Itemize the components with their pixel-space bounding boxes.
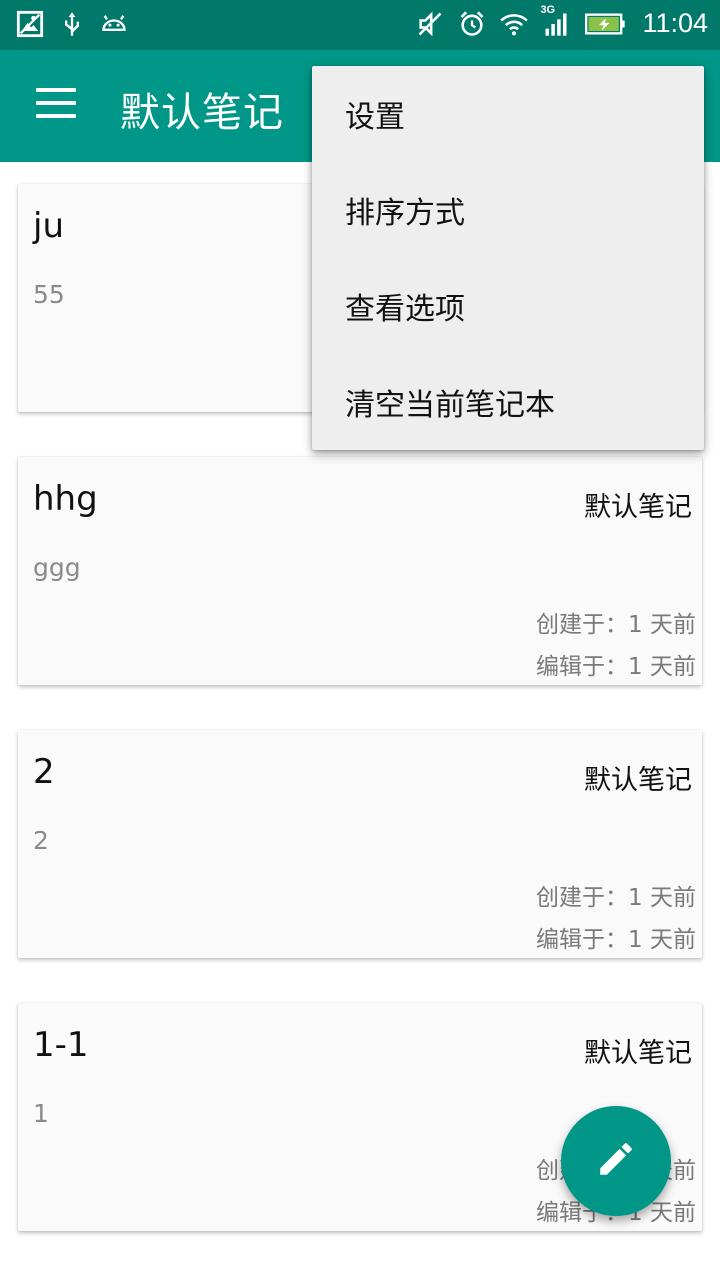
clock: 11:04 bbox=[642, 8, 708, 38]
image-icon bbox=[16, 10, 44, 38]
usb-icon bbox=[58, 10, 86, 38]
note-edited-time: 编辑于：1 天前 bbox=[536, 654, 696, 680]
status-bar-notifications bbox=[16, 10, 128, 38]
android-icon bbox=[100, 10, 128, 38]
hamburger-menu-icon[interactable] bbox=[36, 88, 76, 122]
note-edited-time: 编辑于：1 天前 bbox=[536, 927, 696, 953]
note-card[interactable]: hhg 默认笔记 ggg 创建于：1 天前 编辑于：1 天前 bbox=[18, 457, 702, 685]
new-note-button[interactable] bbox=[561, 1106, 671, 1216]
network-type-label: 3G bbox=[540, 3, 556, 16]
mute-icon bbox=[416, 10, 444, 38]
status-bar: 3G 11:04 bbox=[0, 0, 720, 50]
note-content: 55 bbox=[33, 280, 65, 309]
note-notebook-label: 默认笔记 bbox=[584, 492, 692, 523]
overflow-menu: 设置 排序方式 查看选项 清空当前笔记本 bbox=[312, 66, 704, 450]
signal-icon: 3G bbox=[540, 4, 570, 38]
menu-item-sort[interactable]: 排序方式 bbox=[312, 162, 704, 258]
note-content: ggg bbox=[33, 553, 81, 582]
note-card[interactable]: 2 默认笔记 2 创建于：1 天前 编辑于：1 天前 bbox=[18, 730, 702, 958]
menu-item-settings[interactable]: 设置 bbox=[312, 66, 704, 162]
alarm-icon bbox=[458, 10, 486, 38]
note-title: hhg bbox=[33, 479, 98, 519]
menu-item-clear-notebook[interactable]: 清空当前笔记本 bbox=[312, 354, 704, 450]
note-content: 1 bbox=[33, 1099, 49, 1128]
status-bar-system: 3G 11:04 bbox=[416, 4, 708, 39]
note-created-time: 创建于：1 天前 bbox=[536, 885, 696, 911]
note-title: 2 bbox=[33, 752, 55, 792]
wifi-icon bbox=[500, 10, 529, 38]
pencil-icon bbox=[595, 1138, 637, 1184]
note-content: 2 bbox=[33, 826, 49, 855]
note-title: 1-1 bbox=[33, 1025, 89, 1065]
page-title: 默认笔记 bbox=[120, 90, 284, 136]
note-notebook-label: 默认笔记 bbox=[584, 1038, 692, 1069]
note-title: ju bbox=[33, 206, 64, 246]
menu-item-view-options[interactable]: 查看选项 bbox=[312, 258, 704, 354]
battery-charging-icon bbox=[584, 10, 628, 38]
note-notebook-label: 默认笔记 bbox=[584, 765, 692, 796]
note-created-time: 创建于：1 天前 bbox=[536, 612, 696, 638]
